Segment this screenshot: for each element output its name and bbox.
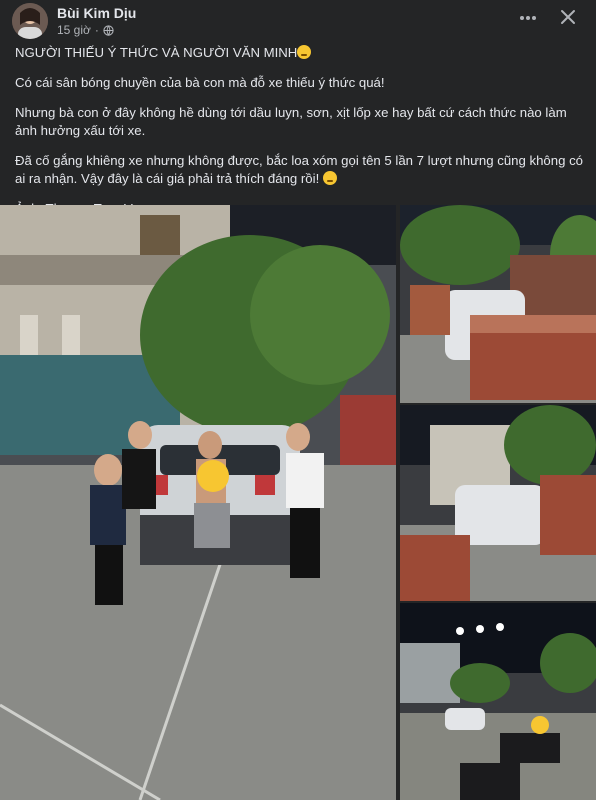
photo-grid: [0, 205, 596, 800]
more-options-icon[interactable]: [516, 8, 540, 28]
photo-2[interactable]: [400, 205, 596, 403]
post-paragraph-1: Có cái sân bóng chuyền của bà con mà đỗ …: [15, 75, 385, 90]
close-icon[interactable]: [557, 6, 579, 28]
post-title: NGƯỜI THIẾU Ý THỨC VÀ NGƯỜI VĂN MINH: [15, 44, 585, 62]
smile-emoji-icon: [297, 45, 312, 59]
post-header: Bùi Kim Dịu 15 giờ ·: [0, 0, 596, 42]
smile-emoji-icon: [322, 171, 337, 185]
post-paragraph-3: Đã cố gắng khiêng xe nhưng không được, b…: [15, 153, 584, 186]
photo-3[interactable]: [400, 405, 596, 601]
post-meta: 15 giờ ·: [57, 23, 114, 37]
globe-icon: [103, 24, 114, 36]
post-paragraph-2: Nhưng bà con ở đây không hề dùng tới dầu…: [15, 105, 567, 138]
post-body: NGƯỜI THIẾU Ý THỨC VÀ NGƯỜI VĂN MINH Có …: [15, 44, 585, 230]
photo-4[interactable]: [400, 603, 596, 800]
author-name[interactable]: Bùi Kim Dịu: [57, 5, 136, 21]
photo-main[interactable]: [0, 205, 396, 800]
avatar[interactable]: [12, 3, 48, 39]
post-time[interactable]: 15 giờ: [57, 23, 91, 37]
